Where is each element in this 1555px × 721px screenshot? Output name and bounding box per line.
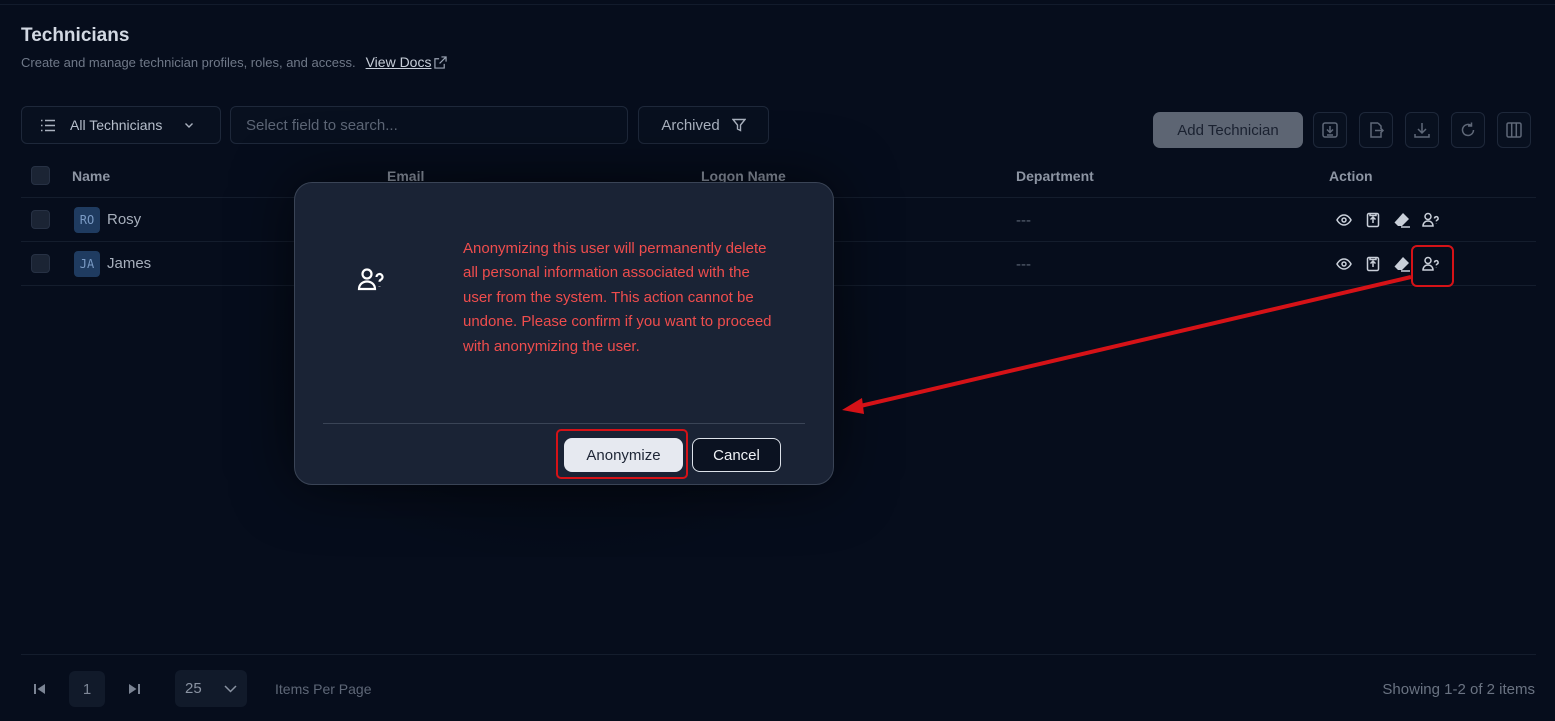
- erase-action[interactable]: [1393, 255, 1411, 273]
- showing-count: Showing 1-2 of 2 items: [1382, 681, 1535, 698]
- select-all-checkbox[interactable]: [31, 166, 50, 185]
- column-header-department[interactable]: Department: [1016, 168, 1094, 184]
- archived-filter-button[interactable]: Archived: [638, 106, 769, 144]
- first-page-icon: [33, 684, 45, 694]
- department-value: ---: [1016, 256, 1031, 273]
- list-icon: [41, 119, 55, 131]
- subtitle-text: Create and manage technician profiles, r…: [21, 54, 356, 70]
- view-action[interactable]: [1335, 255, 1353, 273]
- eraser-icon: [1394, 257, 1410, 272]
- archive-icon: [1366, 212, 1380, 228]
- avatar: RO: [74, 207, 100, 233]
- technician-name[interactable]: James: [107, 255, 151, 272]
- per-page-value: 25: [185, 680, 202, 697]
- avatar: JA: [74, 251, 100, 277]
- cancel-button[interactable]: Cancel: [692, 438, 781, 472]
- per-page-select[interactable]: 25: [175, 670, 247, 707]
- import-icon: [1322, 122, 1338, 138]
- columns-icon: [1506, 122, 1522, 138]
- page-title: Technicians: [21, 25, 130, 46]
- download-button[interactable]: [1405, 112, 1439, 148]
- import-button[interactable]: [1313, 112, 1347, 148]
- export-button[interactable]: [1359, 112, 1393, 148]
- eye-icon: [1336, 214, 1352, 226]
- eraser-icon: [1394, 213, 1410, 228]
- filter-label: All Technicians: [70, 117, 163, 133]
- view-action[interactable]: [1335, 211, 1353, 229]
- row-checkbox[interactable]: [31, 210, 50, 229]
- technician-filter-select[interactable]: All Technicians: [21, 106, 221, 144]
- archived-label: Archived: [661, 116, 720, 134]
- anonymize-warning-message: Anonymizing this user will permanently d…: [463, 240, 772, 355]
- anonymize-action[interactable]: [1422, 211, 1440, 229]
- anonymize-highlight-box: [556, 429, 688, 479]
- view-docs-link[interactable]: View Docs: [366, 54, 448, 70]
- footer-divider: [21, 654, 1536, 655]
- chevron-down-icon: [224, 684, 237, 693]
- archive-icon: [1366, 256, 1380, 272]
- columns-button[interactable]: [1497, 112, 1531, 148]
- first-page-button[interactable]: [31, 680, 47, 698]
- refresh-button[interactable]: [1451, 112, 1485, 148]
- technician-name[interactable]: Rosy: [107, 211, 141, 228]
- refresh-icon: [1461, 122, 1475, 137]
- page-subtitle: Create and manage technician profiles, r…: [21, 54, 448, 70]
- anonymize-user-icon: [1422, 212, 1439, 227]
- view-docs-label: View Docs: [365, 54, 432, 70]
- next-page-button[interactable]: [126, 680, 142, 698]
- current-page-button[interactable]: 1: [69, 671, 105, 707]
- last-page-icon: [128, 684, 140, 694]
- download-icon: [1414, 123, 1430, 138]
- modal-divider: [323, 423, 805, 424]
- anonymize-user-icon: [357, 268, 384, 291]
- add-technician-button[interactable]: Add Technician: [1153, 112, 1303, 148]
- archive-action[interactable]: [1364, 211, 1382, 229]
- external-link-icon: [434, 55, 448, 69]
- search-input[interactable]: [230, 106, 628, 144]
- filter-icon: [731, 118, 746, 132]
- row-checkbox[interactable]: [31, 254, 50, 273]
- eye-icon: [1336, 258, 1352, 270]
- per-page-label: Items Per Page: [275, 681, 372, 697]
- archive-action[interactable]: [1364, 255, 1382, 273]
- erase-action[interactable]: [1393, 211, 1411, 229]
- department-value: ---: [1016, 212, 1031, 229]
- column-header-name[interactable]: Name: [72, 168, 110, 184]
- chevron-down-icon: [185, 122, 194, 128]
- anonymize-icon-highlight-box: [1411, 245, 1454, 287]
- column-header-action: Action: [1329, 168, 1373, 184]
- export-icon: [1370, 122, 1385, 138]
